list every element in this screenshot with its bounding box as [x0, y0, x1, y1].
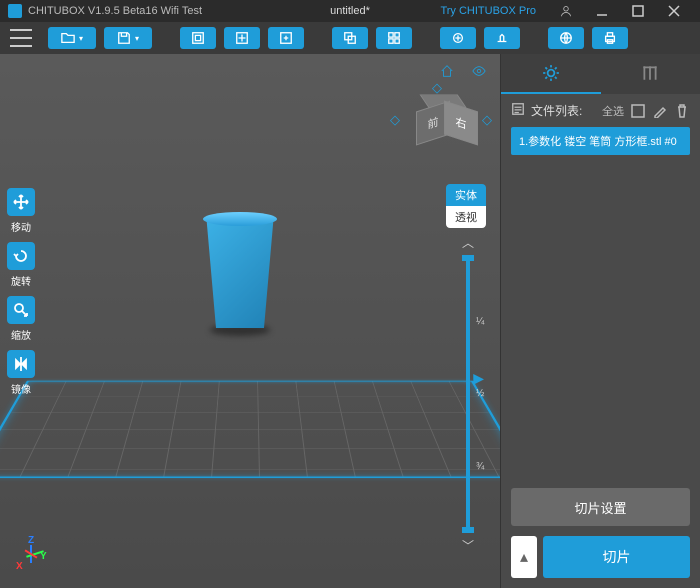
slider-top-thumb[interactable] — [462, 255, 474, 261]
app-logo-icon — [8, 4, 22, 18]
maximize-button[interactable] — [620, 0, 656, 22]
mirror-label: 镜像 — [11, 381, 31, 396]
rotate-tool[interactable]: 旋转 — [0, 238, 42, 292]
home-view-icon[interactable] — [440, 64, 454, 83]
open-file-button[interactable] — [48, 27, 96, 49]
try-pro-link[interactable]: Try CHITUBOX Pro — [440, 5, 536, 17]
nav-cube[interactable]: 前 右 — [416, 98, 466, 148]
y-axis-label: Y — [40, 551, 47, 562]
move-label: 移动 — [11, 219, 31, 234]
scale-label: 缩放 — [11, 327, 31, 342]
viewport-3d[interactable]: 移动 旋转 缩放 镜像 前 右 ◇ ◇ ◇ 实体 透视 ︿ — [0, 54, 500, 588]
slider-up-icon[interactable]: ︿ — [462, 234, 474, 251]
network-send-button[interactable] — [548, 27, 584, 49]
printer-button[interactable] — [592, 27, 628, 49]
slice-settings-button[interactable]: 切片设置 — [511, 488, 690, 526]
repair-button[interactable] — [440, 27, 476, 49]
file-list-label: 文件列表: — [531, 102, 582, 119]
tab-supports[interactable] — [601, 54, 700, 94]
cube-rotate-right[interactable]: ◇ — [482, 112, 492, 128]
file-list-icon — [511, 102, 525, 119]
slice-dropdown-button[interactable]: ▴ — [511, 536, 537, 578]
select-all-checkbox[interactable] — [630, 103, 646, 119]
rotate-label: 旋转 — [11, 273, 31, 288]
scale-tool[interactable]: 缩放 — [0, 292, 42, 346]
account-icon[interactable] — [548, 0, 584, 22]
model-object[interactable] — [200, 218, 280, 328]
hollow-button[interactable] — [224, 27, 260, 49]
island-detect-button[interactable] — [484, 27, 520, 49]
mirror-tool[interactable]: 镜像 — [0, 346, 42, 400]
menu-button[interactable] — [10, 29, 32, 47]
axis-gizmo: Z Y X — [14, 530, 58, 574]
layer-slider[interactable]: ︿ ¼ ½ ¾ ▶ ﹀ — [458, 234, 478, 554]
z-axis-label: Z — [28, 535, 34, 546]
file-item-name: 1.参数化 镂空 笔筒 方形框.stl #0 — [519, 133, 677, 149]
move-tool[interactable]: 移动 — [0, 184, 42, 238]
solid-mode[interactable]: 实体 — [446, 184, 486, 206]
x-axis-label: X — [16, 561, 23, 572]
cube-rotate-up[interactable]: ◇ — [432, 80, 442, 96]
slice-button[interactable]: 切片 — [543, 536, 690, 578]
file-item[interactable]: 1.参数化 镂空 笔筒 方形框.stl #0 — [511, 127, 690, 155]
minimize-button[interactable] — [584, 0, 620, 22]
document-title: untitled* — [330, 5, 370, 17]
dig-hole-button[interactable] — [268, 27, 304, 49]
slider-down-icon[interactable]: ﹀ — [462, 537, 474, 554]
select-all-label[interactable]: 全选 — [602, 103, 624, 119]
slider-bottom-thumb[interactable] — [462, 527, 474, 533]
render-mode-toggle[interactable]: 实体 透视 — [446, 184, 486, 228]
delete-file-icon[interactable] — [674, 103, 690, 119]
layout-fill-button[interactable] — [180, 27, 216, 49]
perspective-mode[interactable]: 透视 — [446, 206, 486, 228]
close-button[interactable] — [656, 0, 692, 22]
build-plate — [0, 381, 500, 478]
save-file-button[interactable] — [104, 27, 152, 49]
edit-file-icon[interactable] — [652, 103, 668, 119]
app-title: CHITUBOX V1.9.5 Beta16 Wifi Test — [28, 5, 202, 17]
auto-layout-button[interactable] — [376, 27, 412, 49]
slider-play-icon[interactable]: ▶ — [473, 370, 484, 387]
visibility-icon[interactable] — [472, 64, 486, 83]
copy-button[interactable] — [332, 27, 368, 49]
tab-settings[interactable] — [501, 54, 601, 94]
cube-rotate-left[interactable]: ◇ — [390, 112, 400, 128]
